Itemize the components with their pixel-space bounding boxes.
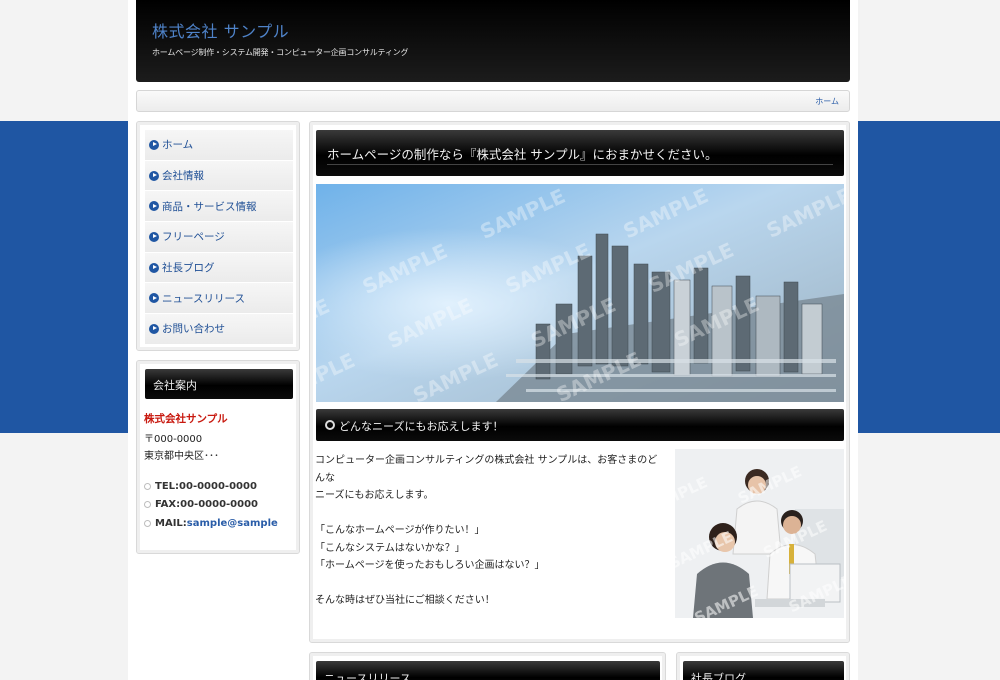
sidebar-item-label: お問い合わせ	[162, 323, 225, 336]
quote-1: 「こんなホームページが作りたい！」	[315, 525, 485, 536]
sub-heading: どんなニーズにもお応えします！	[339, 420, 504, 433]
intro-line-2: ニーズにもお応えします。	[315, 490, 434, 501]
sidebar-item-label: 社長ブログ	[162, 262, 215, 275]
circle-bullet-icon	[325, 420, 335, 430]
sub-heading-bar: どんなニーズにもお応えします！	[316, 409, 844, 441]
president-blog-heading: 社長ブログ	[683, 661, 844, 680]
closing-text: そんな時はぜひ当社にご相談ください！	[315, 595, 495, 606]
sidebar-item-news-release[interactable]: ニュースリリース	[145, 283, 293, 315]
arrow-bullet-icon	[149, 323, 159, 334]
sidebar-item-free-page[interactable]: フリーページ	[145, 222, 293, 253]
company-fax: FAX:00-0000-0000	[144, 499, 258, 510]
site-tagline: ホームページ制作・システム開発・コンピューター企画コンサルティング	[152, 48, 409, 57]
company-address: 東京都中央区･･･	[144, 451, 219, 462]
arrow-bullet-icon	[149, 293, 159, 304]
sidebar-item-contact[interactable]: お問い合わせ	[145, 314, 293, 345]
arrow-bullet-icon	[149, 262, 159, 273]
hero-city-image: SAMPLE SAMPLE SAMPLE SAMPLE SAMPLE SAMPL…	[316, 184, 844, 402]
quote-2: 「こんなシステムはないかな？」	[315, 542, 465, 554]
company-fax-text: FAX:00-0000-0000	[155, 499, 259, 510]
news-release-box: ニュースリリース	[309, 652, 666, 680]
sidebar-item-label: ホーム	[162, 139, 194, 152]
arrow-bullet-icon	[149, 139, 159, 150]
president-blog-box: 社長ブログ	[676, 652, 850, 680]
main-heading: ホームページの制作なら『株式会社 サンプル』におまかせください。	[327, 147, 718, 162]
main-content-box: ホームページの制作なら『株式会社 サンプル』におまかせください。 SAMPLE …	[309, 121, 850, 643]
company-info-heading: 会社案内	[145, 369, 293, 399]
sidebar-item-label: ニュースリリース	[162, 292, 245, 305]
sidebar-item-home[interactable]: ホーム	[145, 130, 293, 161]
office-people-graphic: SAMPLE SAMPLE SAMPLE SAMPLE SAMPLE SAMPL…	[675, 449, 844, 618]
arrow-bullet-icon	[149, 231, 159, 242]
sidebar-item-label: 商品・サービス情報	[162, 200, 257, 213]
sidebar-item-president-blog[interactable]: 社長ブログ	[145, 252, 293, 284]
company-info-box: 会社案内 株式会社サンプル 〒000-0000 東京都中央区･･･ TEL:00…	[136, 360, 300, 554]
quote-3: 「ホームページを使ったおもしろい企画はない？」	[315, 560, 545, 571]
city-skyline-graphic: SAMPLE SAMPLE SAMPLE SAMPLE SAMPLE SAMPL…	[316, 184, 844, 402]
intro-text: コンピューター企画コンサルティングの株式会社 サンプルは、お客さまのどんな ニー…	[315, 452, 665, 610]
company-mail-prefix: MAIL:	[155, 518, 187, 529]
sidebar-menu-box: ホーム 会社情報 商品・サービス情報 フリーページ 社長ブログ ニュースリリース…	[136, 121, 300, 351]
team-meeting-photo: SAMPLE SAMPLE SAMPLE SAMPLE SAMPLE SAMPL…	[675, 449, 844, 618]
heading-divider	[327, 164, 833, 165]
sidebar-item-label: フリーページ	[162, 231, 225, 244]
intro-line-1: コンピューター企画コンサルティングの株式会社 サンプルは、お客さまのどんな	[315, 455, 658, 484]
company-mail: MAIL: sample@sample	[144, 518, 278, 529]
company-name: 株式会社サンプル	[144, 413, 228, 425]
circle-bullet-icon	[144, 483, 151, 490]
sidebar-item-company-info[interactable]: 会社情報	[145, 160, 293, 192]
company-mail-link[interactable]: sample@sample	[187, 518, 278, 529]
arrow-bullet-icon	[149, 170, 159, 181]
arrow-bullet-icon	[149, 201, 159, 212]
news-release-heading: ニュースリリース	[316, 661, 660, 680]
company-tel: TEL:00-0000-0000	[144, 481, 257, 492]
sidebar-item-label: 会社情報	[162, 170, 204, 183]
company-postal: 〒000-0000	[144, 434, 203, 445]
main-heading-bar: ホームページの制作なら『株式会社 サンプル』におまかせください。	[316, 130, 844, 176]
breadcrumb-home-link[interactable]: ホーム	[815, 96, 839, 107]
sidebar-item-products-services[interactable]: 商品・サービス情報	[145, 191, 293, 223]
sidebar-menu: ホーム 会社情報 商品・サービス情報 フリーページ 社長ブログ ニュースリリース…	[145, 130, 293, 345]
breadcrumb: ホーム	[136, 90, 850, 112]
company-tel-text: TEL:00-0000-0000	[155, 481, 257, 492]
circle-bullet-icon	[144, 501, 151, 508]
site-title[interactable]: 株式会社 サンプル	[152, 18, 289, 42]
circle-bullet-icon	[144, 520, 151, 527]
